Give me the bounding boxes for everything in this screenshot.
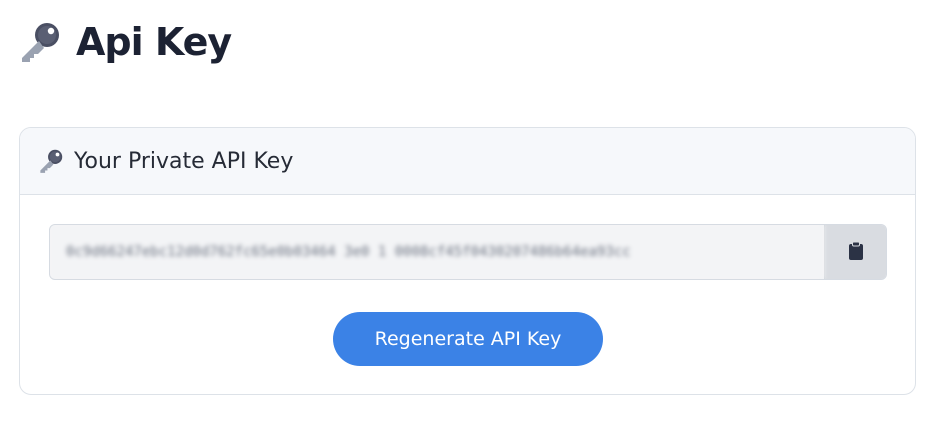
copy-button[interactable] [824, 225, 886, 279]
page-header: Api Key [18, 18, 232, 66]
api-key-input[interactable] [50, 225, 824, 279]
key-icon [18, 20, 62, 64]
clipboard-icon [848, 241, 864, 264]
card-header: Your Private API Key [20, 128, 915, 195]
api-key-field-group [49, 224, 887, 280]
key-icon [38, 147, 66, 175]
card-title: Your Private API Key [74, 148, 294, 174]
page-title: Api Key [76, 20, 232, 64]
regenerate-api-key-button[interactable]: Regenerate API Key [333, 312, 603, 366]
api-key-card: Your Private API Key Regenerate API Key [19, 127, 916, 395]
